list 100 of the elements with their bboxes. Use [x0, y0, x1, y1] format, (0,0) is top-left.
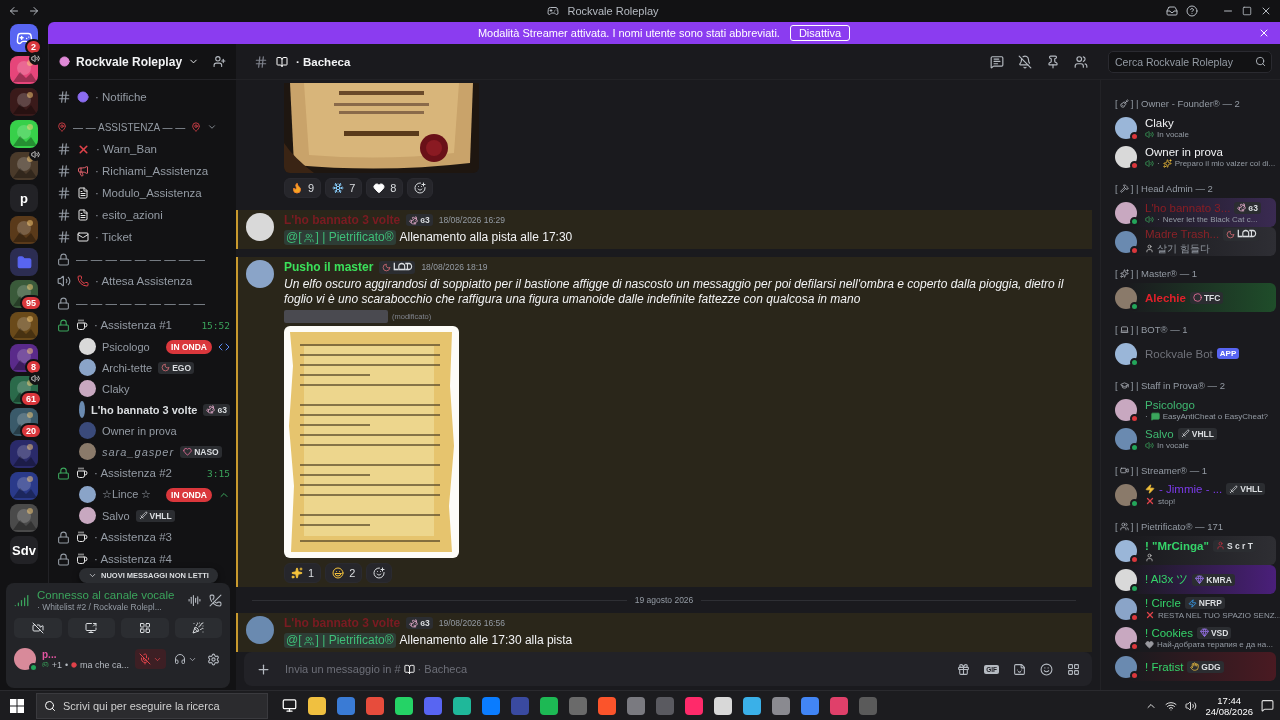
voice-user-name[interactable]: sara_gasper [102, 445, 175, 458]
server-tile[interactable] [10, 88, 38, 116]
reaction-button[interactable]: 2 [325, 563, 363, 583]
add-attachment-icon[interactable] [256, 661, 271, 677]
channel-link[interactable]: · Modulo_Assistenza [95, 187, 202, 199]
author-name[interactable]: Pusho il master [284, 260, 374, 274]
voice-user-name[interactable]: Owner in prova [102, 424, 177, 437]
volume-icon[interactable] [1185, 699, 1198, 712]
forward-icon[interactable] [28, 5, 40, 17]
server-icon[interactable]: Sdv [10, 536, 38, 564]
server-icon[interactable]: p [10, 184, 38, 212]
channel-link[interactable]: — — — — — — — — — [76, 297, 206, 309]
gift-icon[interactable] [957, 662, 971, 676]
taskbar-search-field[interactable]: Scrivi qui per eseguire la ricerca [36, 692, 268, 719]
server-tile[interactable] [10, 440, 38, 468]
channel-link[interactable]: · Assistenza #3 [94, 531, 172, 543]
add-reaction-button[interactable] [407, 178, 434, 198]
member-name[interactable]: Salvo [1145, 427, 1174, 440]
server-tile[interactable] [10, 152, 38, 180]
channel-link[interactable]: · Warn_Ban [96, 143, 157, 155]
channel-link[interactable]: · Ticket [95, 231, 133, 243]
channel-link[interactable]: · Assistenza #1 [94, 319, 172, 331]
mute-button[interactable] [135, 649, 166, 669]
member-name[interactable]: ! "MrCinga" [1145, 539, 1209, 552]
server-tile[interactable] [10, 472, 38, 500]
sticker-icon[interactable] [1013, 662, 1026, 676]
apps-icon[interactable] [1067, 662, 1080, 676]
app-icon[interactable] [772, 696, 790, 715]
invite-icon[interactable] [213, 55, 226, 68]
voice-user-name[interactable]: Claky [102, 382, 130, 395]
channel-link[interactable]: · Assistenza #4 [94, 553, 172, 565]
app-icon[interactable] [598, 696, 616, 715]
voice-user-name[interactable]: Psicologo [102, 340, 150, 353]
members-icon[interactable] [1074, 54, 1088, 69]
member-name[interactable]: Rockvale Bot [1145, 347, 1213, 360]
app-icon[interactable] [395, 696, 413, 715]
server-tile[interactable] [10, 312, 38, 340]
category-name[interactable]: — — ASSISTENZA — — [73, 121, 186, 133]
notifications-icon[interactable] [1261, 699, 1274, 712]
voice-user-name[interactable]: Archi-tette [102, 361, 153, 374]
camera-button[interactable] [14, 618, 62, 638]
threads-icon[interactable] [990, 54, 1004, 69]
maximize-icon[interactable] [1242, 6, 1252, 16]
reaction-button[interactable]: 1 [284, 563, 322, 583]
server-icon[interactable]: 2 [10, 24, 38, 52]
pin-icon[interactable] [1046, 54, 1060, 69]
reaction-button[interactable]: 8 [366, 178, 404, 198]
app-icon[interactable] [743, 696, 761, 715]
app-icon[interactable] [453, 696, 471, 715]
member-name[interactable]: Owner in prova [1145, 145, 1223, 158]
disable-button[interactable]: Disattiva [789, 25, 851, 41]
server-tile[interactable]: 95 [10, 280, 38, 308]
member-name[interactable]: ! Al3x ツ [1145, 572, 1189, 587]
server-tile[interactable] [10, 216, 38, 244]
task-view-icon[interactable] [282, 698, 297, 713]
channel-link[interactable]: · Assistenza #2 [94, 467, 172, 479]
app-icon[interactable] [714, 696, 732, 715]
emoji-icon[interactable] [1040, 662, 1053, 676]
server-tile[interactable]: 20 [10, 408, 38, 436]
member-name[interactable]: ! Circle [1145, 597, 1181, 609]
app-icon[interactable] [540, 696, 558, 715]
add-reaction-button[interactable] [366, 563, 393, 583]
search-field[interactable]: Cerca Rockvale Roleplay [1108, 50, 1272, 73]
back-icon[interactable] [8, 5, 20, 17]
server-tile[interactable] [10, 504, 38, 532]
inbox-icon[interactable] [1166, 5, 1178, 17]
screen-share-button[interactable] [67, 618, 115, 638]
settings-button[interactable] [205, 652, 222, 666]
member-name[interactable]: ! Fratist [1145, 660, 1184, 673]
voice-user-name[interactable]: L'ho bannato 3 volte [90, 403, 198, 416]
clock[interactable]: 17:44 24/08/2026 [1205, 694, 1253, 717]
member-name[interactable]: Claky [1145, 116, 1174, 129]
bell-off-icon[interactable] [1018, 54, 1032, 69]
voice-channel-link[interactable]: · Whitelist #2 / Rockvale Rolepl... [37, 602, 180, 612]
app-icon[interactable] [308, 696, 326, 715]
reaction-button[interactable]: 9 [284, 178, 322, 198]
wifi-icon[interactable] [1165, 699, 1178, 712]
close-icon[interactable] [1258, 27, 1270, 39]
channel-link[interactable]: · Notifiche [95, 91, 147, 103]
server-tile[interactable] [10, 120, 38, 148]
channel-link[interactable]: · Richiami_Assistenza [95, 165, 209, 177]
member-name[interactable]: ! Cookies [1145, 626, 1193, 639]
channel-link[interactable]: · esito_azioni [95, 209, 163, 221]
channel-link[interactable]: · Attesa Assistenza [95, 275, 193, 287]
server-tile[interactable]: 8 [10, 344, 38, 372]
mention-link[interactable]: @[ ] | Pietrificato® [284, 230, 396, 245]
mention-link[interactable]: @[ ] | Pietrificato® [284, 633, 396, 648]
activities-button[interactable] [121, 618, 169, 638]
server-icon[interactable] [10, 248, 38, 276]
disconnect-icon[interactable] [209, 594, 222, 607]
audio-lines-icon[interactable] [188, 594, 201, 607]
close-icon[interactable] [1260, 5, 1272, 17]
server-name[interactable]: Rockvale Roleplay [76, 54, 183, 69]
help-icon[interactable] [1186, 5, 1198, 17]
voice-user-name[interactable]: ☆Lince ☆ [102, 488, 152, 501]
soundboard-button[interactable] [174, 618, 222, 638]
channel-link[interactable]: — — — — — — — — — [76, 253, 206, 265]
reaction-button[interactable]: 7 [325, 178, 363, 198]
member-name[interactable]: Psicologo [1145, 398, 1195, 411]
voice-user-name[interactable]: Salvo [102, 509, 130, 522]
